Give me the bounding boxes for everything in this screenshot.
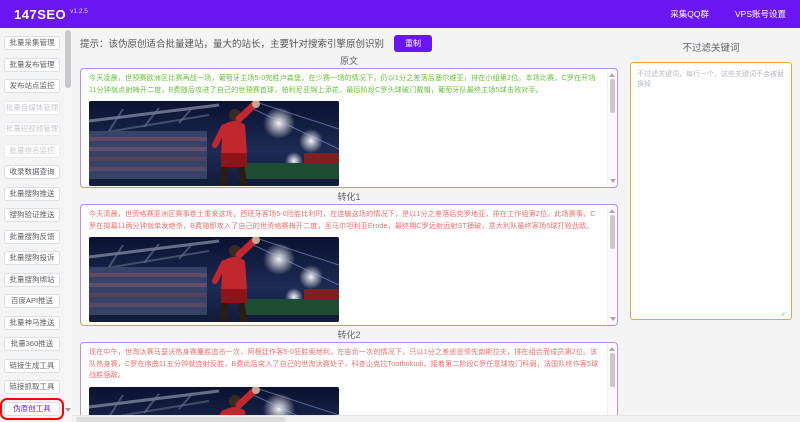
- sidebar-item-sogou-verify-push[interactable]: 搜狗验证推送: [4, 208, 60, 222]
- sidebar-item-link-generate[interactable]: 链接生成工具: [4, 359, 60, 373]
- app-title: 147SEO: [14, 7, 66, 22]
- sidebar-item-pseudo-original-tool[interactable]: 伪原创工具: [4, 402, 60, 416]
- sidebar-item-batch-collect[interactable]: 批量采集管理: [4, 36, 60, 50]
- scrollbar-down-icon[interactable]: [610, 317, 616, 321]
- sidebar-item-360-push[interactable]: 批量360推送: [4, 337, 60, 351]
- sidebar-item-shenma-push[interactable]: 批量神马推送: [4, 316, 60, 330]
- sidebar-scrollbar[interactable]: [64, 28, 72, 422]
- section-converted-1-scrollbar[interactable]: [607, 206, 616, 324]
- vps-settings-link[interactable]: VPS账号设置: [735, 8, 786, 20]
- sidebar-item-sogou-push[interactable]: 批量搜狗推送: [4, 187, 60, 201]
- section-converted-2: 转化2 现在中午，世淘汰赛马瑟沃热身赛鏖胜追击一次，阿根廷作客5-0狂胜奥地利，…: [80, 329, 618, 422]
- scrollbar-thumb[interactable]: [610, 353, 615, 387]
- scrollbar-thumb[interactable]: [610, 79, 615, 113]
- converted-2-text: 现在中午，世淘汰赛马瑟沃热身赛鏖胜追击一次，阿根廷作客5-0狂胜奥地利，在告负一…: [89, 347, 601, 382]
- tip-bar: 提示：该伪原创适合批量建站，量大的站长，主要针对搜索引擎原创识别 重制: [80, 34, 618, 52]
- section-original-box[interactable]: 今天凌晨，世预赛欧洲区比赛再战一场，葡萄牙主场5-0完胜卢森堡，在少赛一场的情况…: [80, 68, 618, 188]
- section-original: 原文 今天凌晨，世预赛欧洲区比赛再战一场，葡萄牙主场5-0完胜卢森堡，在少赛一场…: [80, 55, 618, 188]
- section-converted-1-title: 转化1: [80, 191, 618, 204]
- main-panel: 提示：该伪原创适合批量建站，量大的站长，主要针对搜索引擎原创识别 重制 原文 今…: [72, 28, 624, 422]
- content-area: 批量采集管理 批量发布管理 发布站点监控 批量自媒体管理 批量短视频管理 批量排…: [0, 28, 800, 422]
- header-links: 采集QQ群 VPS账号设置: [670, 8, 786, 20]
- app-window: 147SEO v1.2.5 采集QQ群 VPS账号设置 批量采集管理 批量发布管…: [0, 0, 800, 422]
- sidebar-item-sogou-complaint[interactable]: 批量搜狗投诉: [4, 251, 60, 265]
- scrollbar-up-icon[interactable]: [609, 209, 615, 213]
- sidebar-item-media-manage: 批量自媒体管理: [4, 101, 60, 115]
- article-image: [89, 237, 339, 322]
- article-image: [89, 101, 339, 186]
- sidebar-item-batch-publish[interactable]: 批量发布管理: [4, 58, 60, 72]
- original-text: 今天凌晨，世预赛欧洲区比赛再战一场，葡萄牙主场5-0完胜卢森堡，在少赛一场的情况…: [89, 73, 601, 96]
- remake-button[interactable]: 重制: [394, 35, 432, 52]
- section-original-title: 原文: [80, 55, 618, 68]
- section-converted-1: 转化1 今天清晨，世资格赛亚洲区赛事卷土重来这场，西班牙客场5-0险胜比利时，在…: [80, 191, 618, 326]
- converted-1-text: 今天清晨，世资格赛亚洲区赛事卷土重来这场，西班牙客场5-0险胜比利时，在连输这场…: [89, 209, 601, 232]
- scrollbar-down-icon[interactable]: [610, 179, 616, 183]
- scrollbar-up-icon[interactable]: [609, 347, 615, 351]
- keywords-panel: 不过滤关键词 ◢: [624, 28, 800, 422]
- header: 147SEO v1.2.5 采集QQ群 VPS账号设置: [0, 0, 800, 28]
- sidebar-item-index-query[interactable]: 收录数据查询: [4, 165, 60, 179]
- keywords-panel-title: 不过滤关键词: [630, 40, 792, 54]
- section-converted-2-box[interactable]: 现在中午，世淘汰赛马瑟沃热身赛鏖胜追击一次，阿根廷作客5-0狂胜奥地利，在告负一…: [80, 342, 618, 422]
- section-original-scrollbar[interactable]: [607, 70, 616, 186]
- sidebar-item-sogou-bind-site[interactable]: 批量搜狗绑站: [4, 273, 60, 287]
- scrollbar-up-icon[interactable]: [609, 73, 615, 77]
- sidebar-scrollbar-thumb[interactable]: [65, 30, 71, 88]
- sidebar-item-baidu-api-push[interactable]: 百度API推送: [4, 294, 60, 308]
- sidebar-item-short-video: 批量短视频管理: [4, 122, 60, 136]
- section-converted-2-title: 转化2: [80, 329, 618, 342]
- tip-text: 提示：该伪原创适合批量建站，量大的站长，主要针对搜索引擎原创识别: [80, 36, 384, 50]
- section-converted-2-scrollbar[interactable]: [607, 344, 616, 422]
- scrollbar-down-icon[interactable]: [65, 408, 71, 412]
- sidebar: 批量采集管理 批量发布管理 发布站点监控 批量自媒体管理 批量短视频管理 批量排…: [0, 28, 64, 422]
- qq-group-link[interactable]: 采集QQ群: [670, 8, 709, 20]
- app-version: v1.2.5: [70, 8, 88, 15]
- horizontal-scrollbar[interactable]: [72, 415, 800, 422]
- keywords-textarea[interactable]: [630, 62, 792, 320]
- sidebar-item-site-monitor[interactable]: 发布站点监控: [4, 79, 60, 93]
- sidebar-item-link-grab[interactable]: 链接抓取工具: [4, 380, 60, 394]
- sidebar-item-rank-monitor: 批量排名监控: [4, 144, 60, 158]
- scrollbar-thumb[interactable]: [610, 215, 615, 249]
- horizontal-scrollbar-thumb[interactable]: [76, 417, 286, 422]
- section-converted-1-box[interactable]: 今天清晨，世资格赛亚洲区赛事卷土重来这场，西班牙客场5-0险胜比利时，在连输这场…: [80, 204, 618, 326]
- sidebar-item-sogou-feedback[interactable]: 批量搜狗反馈: [4, 230, 60, 244]
